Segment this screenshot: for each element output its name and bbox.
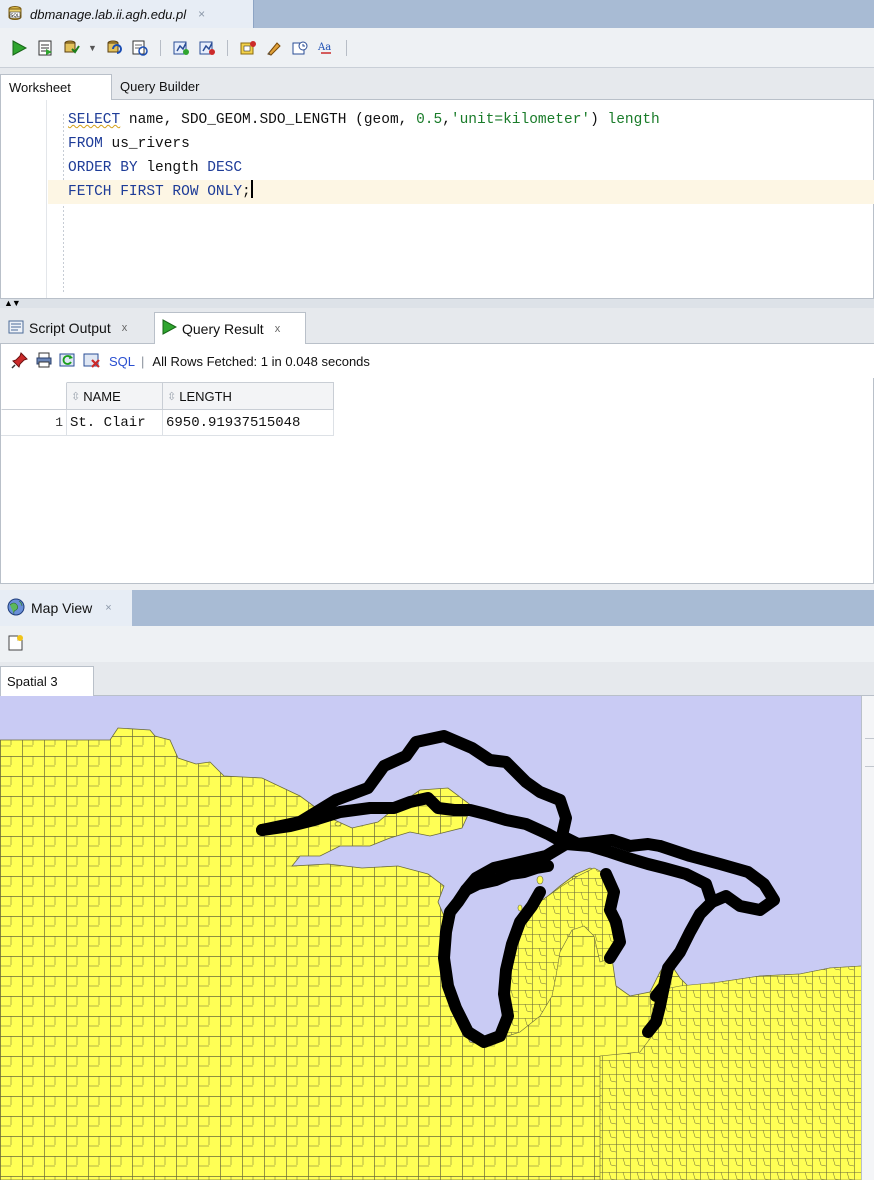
result-grid[interactable]: ⇳ NAME ⇳ LENGTH 1 St. Clair 6950.9193751… (0, 378, 874, 584)
toolbar-separator (159, 39, 161, 56)
row-number-cell: 1 (1, 410, 67, 436)
string-literal: 'unit=kilometer' (450, 112, 591, 128)
island (536, 875, 544, 885)
close-icon[interactable]: x (122, 322, 128, 334)
keyword: ORDER BY (68, 160, 138, 176)
close-icon[interactable]: × (198, 7, 205, 21)
document-tab-title: dbmanage.lab.ii.agh.edu.pl (30, 6, 187, 22)
number-literal: 0.5 (416, 112, 443, 128)
tab-script-output[interactable]: Script Output x (2, 312, 135, 344)
island (334, 821, 342, 827)
column-header-length[interactable]: ⇳ LENGTH (163, 382, 334, 410)
map-view-tabstrip: Map View × (0, 590, 874, 626)
print-icon[interactable] (35, 351, 53, 372)
code-line-1: SELECT name, SDO_GEOM.SDO_LENGTH (geom, … (68, 108, 660, 132)
run-icon (161, 319, 178, 338)
svg-text:SQL: SQL (11, 13, 20, 19)
sql-editor[interactable]: SELECT name, SDO_GEOM.SDO_LENGTH (geom, … (0, 100, 874, 298)
cell-length[interactable]: 6950.91937515048 (163, 410, 334, 436)
document-tabstrip: SQL dbmanage.lab.ii.agh.edu.pl × (0, 0, 874, 28)
tab-spatial[interactable]: Spatial 3 (0, 666, 94, 696)
sort-icon[interactable]: ⇳ (71, 390, 80, 403)
fetch-status: All Rows Fetched: 1 in 0.048 seconds (152, 353, 370, 369)
editor-tabs: Worksheet Query Builder (0, 68, 874, 100)
tab-label: Map View (31, 600, 93, 616)
sql-connection-icon: SQL (6, 4, 24, 25)
tab-label: Query Result (182, 320, 264, 337)
commit-icon[interactable] (60, 37, 82, 59)
sql-link[interactable]: SQL (109, 354, 135, 369)
code-line-3: ORDER BY length DESC (68, 156, 242, 180)
keyword: FETCH FIRST ROW ONLY (68, 184, 243, 200)
panel-divider (865, 738, 874, 739)
output-tabs: Script Output x Query Result x (0, 308, 874, 344)
column-alias: length (607, 112, 660, 128)
code-text: ) (590, 112, 608, 128)
column-header-label: LENGTH (179, 388, 232, 404)
panel-divider (865, 766, 874, 767)
map-side-panel[interactable] (861, 696, 874, 1180)
pin-icon[interactable] (11, 351, 29, 372)
panel-splitter[interactable]: ▲▼ (0, 298, 874, 308)
table-row[interactable]: 1 St. Clair 6950.91937515048 (1, 410, 334, 436)
keyword: DESC (207, 160, 243, 176)
code-text: , (442, 112, 451, 128)
code-line-2: FROM us_rivers (68, 132, 190, 156)
script-output-icon (8, 319, 24, 338)
tab-query-builder[interactable]: Query Builder (112, 74, 208, 100)
separator: | (141, 353, 145, 369)
tab-label: Script Output (29, 320, 111, 336)
tab-map-view[interactable]: Map View × (0, 590, 132, 626)
spatial-tabs: Spatial 3 (0, 662, 874, 696)
collapse-expand-icon[interactable]: ▲▼ (4, 298, 21, 308)
code-text: length (137, 160, 208, 176)
rollback-icon[interactable] (103, 37, 125, 59)
close-icon[interactable]: × (105, 602, 111, 614)
autotrace-icon[interactable] (170, 37, 192, 59)
map-toolbar (0, 626, 874, 662)
map-canvas[interactable] (0, 696, 874, 1180)
map-drawing (0, 727, 874, 1180)
line-gutter (1, 100, 47, 298)
svg-text:Aa: Aa (317, 42, 331, 53)
clear-icon[interactable] (263, 37, 285, 59)
tab-worksheet[interactable]: Worksheet (0, 74, 112, 100)
code-text: name, SDO_GEOM.SDO_LENGTH (geom, (120, 112, 417, 128)
run-script-icon[interactable] (34, 37, 56, 59)
indent-guide (63, 114, 64, 294)
island (517, 904, 523, 912)
toolbar-separator (226, 39, 228, 56)
explain-plan-icon[interactable] (129, 37, 151, 59)
grid-header: ⇳ NAME ⇳ LENGTH (1, 382, 334, 410)
sql-history-icon[interactable] (289, 37, 311, 59)
column-header-label: NAME (83, 388, 121, 404)
chevron-down-icon[interactable]: ▼ (88, 43, 97, 53)
row-number-header (1, 382, 67, 410)
column-header-name[interactable]: ⇳ NAME (67, 382, 163, 410)
format-icon[interactable]: Aa (315, 37, 337, 59)
sql-tuning-icon[interactable] (196, 37, 218, 59)
toolbar-separator (345, 39, 347, 56)
cell-name[interactable]: St. Clair (67, 410, 163, 436)
globe-icon (6, 597, 26, 620)
tab-query-result[interactable]: Query Result x (154, 312, 306, 344)
monitor-icon[interactable] (237, 37, 259, 59)
text-caret (250, 180, 253, 198)
code-text: us_rivers (102, 136, 190, 152)
new-map-icon[interactable] (6, 633, 26, 656)
refresh-icon[interactable] (59, 351, 77, 372)
cancel-icon[interactable] (83, 351, 101, 372)
keyword: FROM (68, 136, 103, 152)
close-icon[interactable]: x (275, 323, 281, 335)
run-statement-icon[interactable] (8, 37, 30, 59)
code-line-4: FETCH FIRST ROW ONLY; (68, 180, 253, 204)
result-toolbar: SQL | All Rows Fetched: 1 in 0.048 secon… (0, 344, 874, 378)
worksheet-toolbar: ▼ Aa (0, 28, 874, 68)
keyword: SELECT (68, 112, 121, 128)
code-text: ; (242, 184, 251, 200)
sort-icon[interactable]: ⇳ (167, 390, 176, 403)
document-tab[interactable]: SQL dbmanage.lab.ii.agh.edu.pl × (0, 0, 254, 28)
